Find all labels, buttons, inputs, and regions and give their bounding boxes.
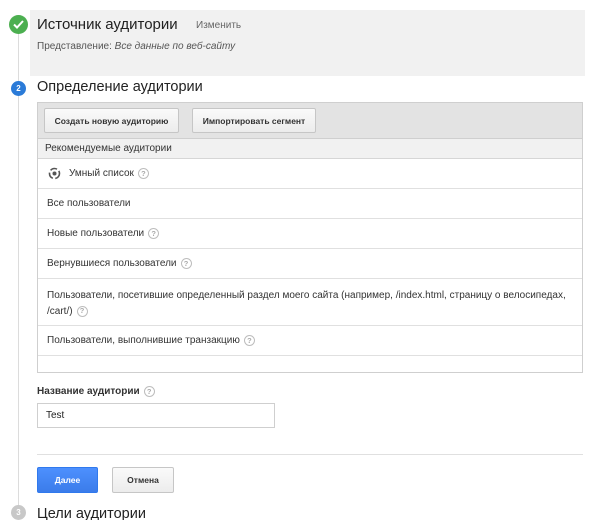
list-item-new-users[interactable]: Новые пользователи ? <box>38 219 582 249</box>
help-icon[interactable]: ? <box>148 228 160 239</box>
step3-title: Цели аудитории <box>37 506 146 520</box>
check-icon <box>9 15 28 34</box>
help-icon[interactable]: ? <box>76 305 88 317</box>
change-link[interactable]: Изменить <box>196 20 241 31</box>
step2-number-badge: 2 <box>11 81 26 96</box>
recommended-list: Умный список ? Все пользователи Новые по… <box>38 159 582 375</box>
cancel-button[interactable]: Отмена <box>112 467 174 493</box>
list-item-transaction-users[interactable]: Пользователи, выполнившие транзакцию ? <box>38 326 582 356</box>
list-item-label: Пользователи, посетившие определенный ра… <box>47 290 566 317</box>
audience-name-label: Название аудитории? <box>37 386 155 397</box>
step2-title: Определение аудитории <box>37 79 203 95</box>
help-icon[interactable]: ? <box>137 168 149 179</box>
list-item-label: Вернувшиеся пользователи <box>47 258 177 269</box>
step3-number-badge: 3 <box>11 505 26 520</box>
divider <box>37 454 583 455</box>
view-label: Представление: <box>37 41 112 52</box>
list-item-label: Умный список <box>69 168 134 179</box>
help-icon[interactable]: ? <box>180 258 192 269</box>
list-item-label: Пользователи, выполнившие транзакцию <box>47 335 240 346</box>
help-icon[interactable]: ? <box>143 386 155 397</box>
list-item-returning-users[interactable]: Вернувшиеся пользователи ? <box>38 249 582 279</box>
create-audience-button[interactable]: Создать новую аудиторию <box>44 108 179 133</box>
next-button[interactable]: Далее <box>37 467 98 493</box>
audience-source-section: Источник аудитории Изменить Представлени… <box>30 10 585 76</box>
recommended-header: Рекомендуемые аудитории <box>38 139 582 159</box>
step1-title: Источник аудитории <box>37 16 178 33</box>
list-item-label: Новые пользователи <box>47 228 145 239</box>
list-item-all-users[interactable]: Все пользователи <box>38 189 582 219</box>
smart-list-icon <box>47 167 61 181</box>
audience-definition-panel: Создать новую аудиторию Импортировать се… <box>37 102 583 373</box>
list-item-section-visitors[interactable]: Пользователи, посетившие определенный ра… <box>38 279 582 326</box>
help-icon[interactable]: ? <box>243 335 255 346</box>
list-item-label: Все пользователи <box>47 198 131 209</box>
timeline-line <box>18 28 19 508</box>
audience-name-input[interactable] <box>37 403 275 428</box>
list-item-smart-list[interactable]: Умный список ? <box>38 159 582 189</box>
import-segment-button[interactable]: Импортировать сегмент <box>192 108 316 133</box>
view-info: Представление: Все данные по веб-сайту <box>37 41 235 52</box>
view-value: Все данные по веб-сайту <box>114 41 236 52</box>
panel-toolbar: Создать новую аудиторию Импортировать се… <box>38 103 582 139</box>
